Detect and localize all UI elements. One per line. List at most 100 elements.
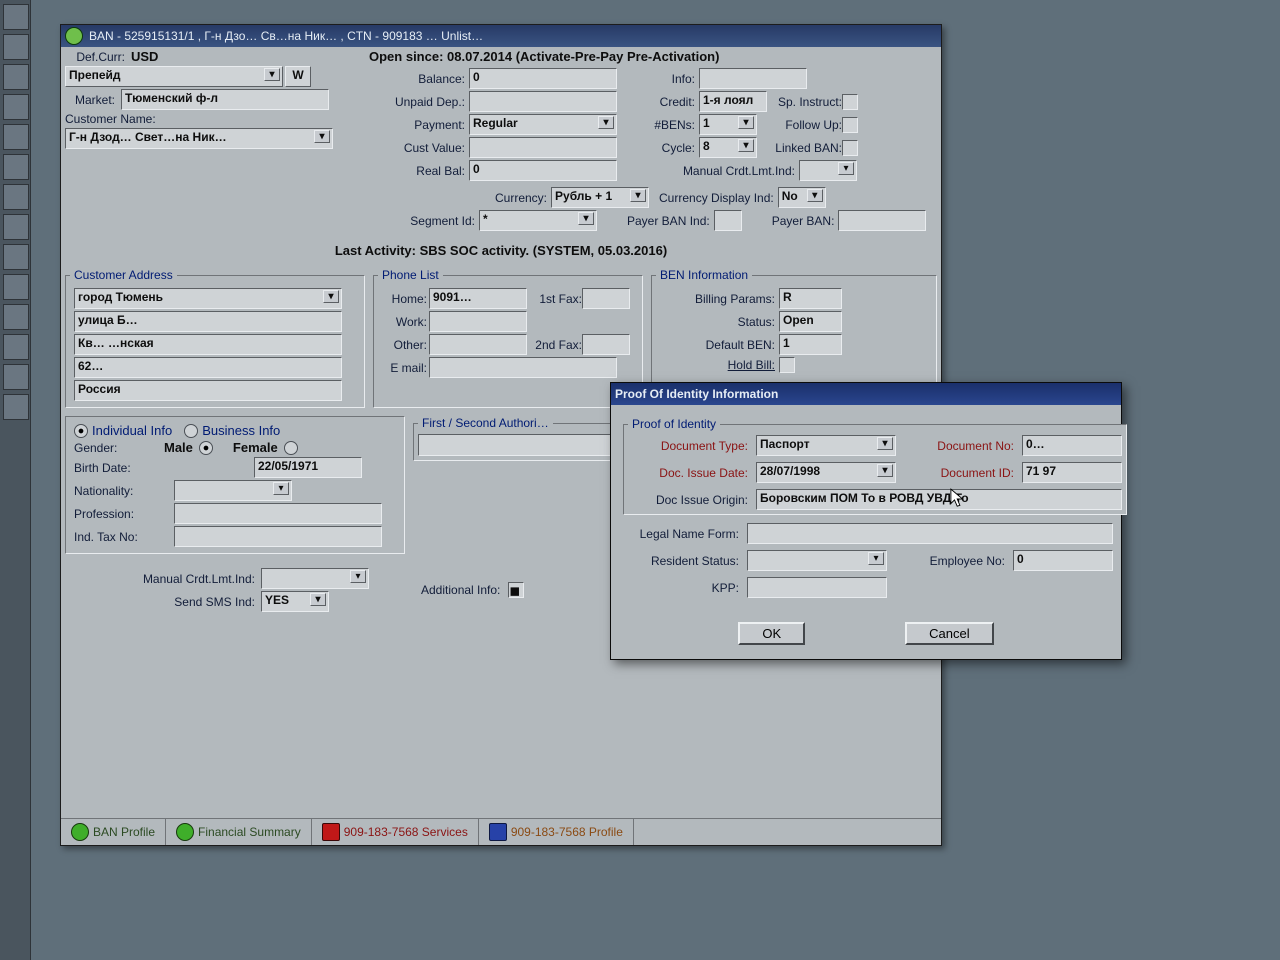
segment-select[interactable]: * — [479, 210, 597, 231]
ok-button[interactable]: OK — [738, 622, 805, 645]
toolbar-icon[interactable] — [3, 154, 29, 180]
toolbar-icon[interactable] — [3, 334, 29, 360]
cancel-button[interactable]: Cancel — [905, 622, 993, 645]
payment-select[interactable]: Regular — [469, 114, 617, 135]
credit-value: 1-я лоял — [699, 91, 767, 112]
tab-1-label: BAN Profile — [93, 825, 155, 839]
manualcrdt2-select[interactable] — [261, 568, 369, 589]
origin-value[interactable]: Боровским ПОМ То в РОВД УВД То — [756, 489, 1122, 510]
bens-select[interactable]: 1 — [699, 114, 757, 135]
payerbanind-value — [714, 210, 742, 231]
followup-check[interactable] — [842, 117, 858, 133]
issuedate-select[interactable]: 28/07/1998 — [756, 462, 896, 483]
phone-icon — [322, 823, 340, 841]
tab-ban-profile[interactable]: BAN Profile — [61, 819, 166, 845]
toolbar-icon[interactable] — [3, 94, 29, 120]
prof-value[interactable] — [174, 503, 382, 524]
addr-line4: 62… — [74, 357, 342, 378]
dialog-titlebar[interactable]: Proof Of Identity Information — [611, 383, 1121, 405]
tab-profile[interactable]: 909-183-7568 Profile — [479, 819, 634, 845]
toolbar-icon[interactable] — [3, 364, 29, 390]
payerban-label: Payer BAN: — [772, 214, 835, 228]
currdisp-select[interactable]: No — [778, 187, 826, 208]
window-icon — [65, 27, 83, 45]
currdisp-label: Currency Display Ind: — [659, 191, 774, 205]
toolbar-icon[interactable] — [3, 124, 29, 150]
addinfo-check[interactable]: ◼ — [508, 582, 524, 598]
resident-select[interactable] — [747, 550, 887, 571]
individual-radio[interactable] — [74, 424, 88, 438]
currency-select[interactable]: Рубль + 1 — [551, 187, 649, 208]
business-radio[interactable] — [184, 424, 198, 438]
followup-label: Follow Up: — [757, 118, 842, 132]
custval-label: Cust Value: — [365, 141, 465, 155]
legal-value[interactable] — [747, 523, 1113, 544]
toolbar-icon[interactable] — [3, 64, 29, 90]
status-value: Open — [779, 311, 842, 332]
resident-label: Resident Status: — [619, 554, 739, 568]
nat-label: Nationality: — [74, 484, 164, 498]
window-title: BAN - 525915131/1 , Г-н Дзо… Св…на Ник… … — [89, 25, 483, 47]
addr-line5: Россия — [74, 380, 342, 401]
defben-value: 1 — [779, 334, 842, 355]
hold-check[interactable] — [779, 357, 795, 373]
birth-value[interactable]: 22/05/1971 — [254, 457, 362, 478]
email-label: E mail: — [382, 361, 427, 375]
bens-label: #BENs: — [645, 118, 695, 132]
docid-value[interactable]: 71 97 — [1022, 462, 1122, 483]
toolbar-icon[interactable] — [3, 304, 29, 330]
birth-label: Birth Date: — [74, 461, 164, 475]
billing-value: R — [779, 288, 842, 309]
fax1-value[interactable] — [582, 288, 630, 309]
w-button[interactable]: W — [285, 66, 311, 87]
ben-title: BEN Information — [656, 268, 752, 282]
linkedban-label: Linked BAN: — [757, 141, 842, 155]
toolbar-icon[interactable] — [3, 184, 29, 210]
manualcrdt-select[interactable] — [799, 160, 857, 181]
credit-label: Credit: — [645, 95, 695, 109]
other-value[interactable] — [429, 334, 527, 355]
toolbar-icon[interactable] — [3, 394, 29, 420]
toolbar-icon[interactable] — [3, 4, 29, 30]
male-radio[interactable] — [199, 441, 213, 455]
individual-label: Individual Info — [92, 423, 172, 438]
market-value: Тюменский ф-л — [121, 89, 329, 110]
titlebar[interactable]: BAN - 525915131/1 , Г-н Дзо… Св…на Ник… … — [61, 25, 941, 47]
emp-value[interactable]: 0 — [1013, 550, 1113, 571]
poi-group-title: Proof of Identity — [628, 417, 720, 431]
tab-financial[interactable]: Financial Summary — [166, 819, 312, 845]
toolbar-icon[interactable] — [3, 244, 29, 270]
addr-title: Customer Address — [70, 268, 177, 282]
female-radio[interactable] — [284, 441, 298, 455]
customer-name-select[interactable]: Г-н Дзод… Свет…на Ник… — [65, 128, 333, 149]
docno-label: Document No: — [904, 439, 1014, 453]
realbal-value: 0 — [469, 160, 617, 181]
work-label: Work: — [382, 315, 427, 329]
email-value[interactable] — [429, 357, 617, 378]
fax1-label: 1st Fax: — [527, 292, 582, 306]
spinstruct-check[interactable] — [842, 94, 858, 110]
tax-value[interactable] — [174, 526, 382, 547]
doctype-select[interactable]: Паспорт — [756, 435, 896, 456]
tab-services[interactable]: 909-183-7568 Services — [312, 819, 479, 845]
fax2-value[interactable] — [582, 334, 630, 355]
sms-select[interactable]: YES — [261, 591, 329, 612]
cycle-select[interactable]: 8 — [699, 137, 757, 158]
toolbar-icon[interactable] — [3, 34, 29, 60]
linkedban-check[interactable] — [842, 140, 858, 156]
addr-line1[interactable]: город Тюмень — [74, 288, 342, 309]
work-value[interactable] — [429, 311, 527, 332]
payerbanind-label: Payer BAN Ind: — [627, 214, 710, 228]
market-label: Market: — [65, 93, 115, 107]
kpp-label: KPP: — [619, 581, 739, 595]
nat-select[interactable] — [174, 480, 292, 501]
plan-select[interactable]: Препейд — [65, 66, 283, 87]
kpp-value[interactable] — [747, 577, 887, 598]
auth-title: First / Second Authori… — [418, 416, 553, 430]
toolbar-icon[interactable] — [3, 274, 29, 300]
toolbar-icon[interactable] — [3, 214, 29, 240]
home-label: Home: — [382, 292, 427, 306]
realbal-label: Real Bal: — [365, 164, 465, 178]
hold-label[interactable]: Hold Bill: — [660, 358, 775, 372]
docno-value[interactable]: 0… — [1022, 435, 1122, 456]
